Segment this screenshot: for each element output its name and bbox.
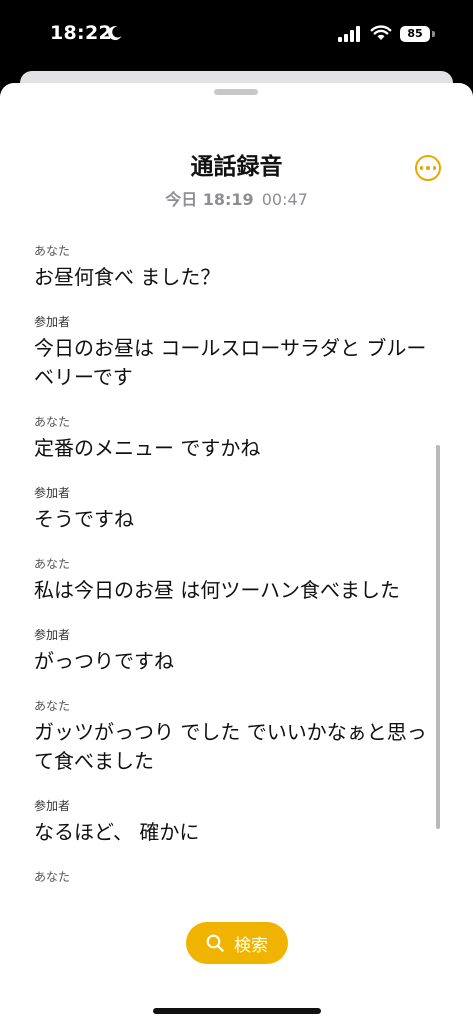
transcript-entry: あなた ガッツがっつり でした でいいかなぁと思って食べました <box>34 698 429 776</box>
transcript-entry: 参加者 がっつりですね <box>34 627 429 676</box>
wifi-icon <box>370 25 392 40</box>
status-bar: 18:22 85 <box>0 0 473 70</box>
transcript-text: 定番のメニュー ですかね <box>34 436 261 460</box>
signal-icon <box>338 26 360 42</box>
search-icon <box>206 934 224 952</box>
recording-sheet: 通話録音 今日 18:19 00:47 あなた お昼何食べ ました？ 参加者 今日… <box>0 83 473 1024</box>
transcript-text: なるほど、 確かに <box>34 820 200 844</box>
speaker-label: 参加者 <box>34 628 71 642</box>
transcript-text: そうですね <box>34 507 134 531</box>
battery-indicator: 85 <box>400 26 430 42</box>
speaker-label: あなた <box>34 699 71 713</box>
battery-tip <box>432 31 435 37</box>
search-label: 検索 <box>234 935 268 956</box>
more-options-button[interactable] <box>415 155 441 181</box>
home-indicator[interactable] <box>153 1008 321 1014</box>
speaker-label: 参加者 <box>34 799 71 813</box>
speaker-label: 参加者 <box>34 315 71 329</box>
speaker-label: あなた <box>34 244 71 258</box>
transcript-text: ガッツがっつり でした でいいかなぁと思って食べました <box>34 720 427 773</box>
transcript-text: 私は今日のお昼 は何ツーハン食べました <box>34 578 400 602</box>
recording-date: 今日 18:19 <box>165 190 254 209</box>
transcript-entry: あなた お昼何食べ ました？ <box>34 243 429 292</box>
speaker-label: あなた <box>34 557 71 571</box>
status-time: 18:22 <box>50 22 112 44</box>
ellipsis-icon <box>419 166 424 170</box>
transcript-text: 今日のお昼は コールスローサラダと ブルーベリーです <box>34 336 427 389</box>
recording-duration: 00:47 <box>261 190 308 209</box>
speaker-label: あなた <box>34 415 71 429</box>
moon-icon <box>108 26 122 41</box>
search-button[interactable]: 検索 <box>186 922 288 964</box>
transcript-entry: 参加者 そうですね <box>34 485 429 534</box>
recording-meta: 今日 18:19 00:47 <box>0 186 473 210</box>
transcript-entry: あなた 私は今日のお昼 は何ツーハン食べました <box>34 556 429 605</box>
scrollbar[interactable] <box>436 445 440 829</box>
page-title: 通話録音 <box>190 154 283 180</box>
transcript-text: がっつりですね <box>34 649 174 673</box>
transcript-entry: 参加者 なるほど、 確かに <box>34 798 429 847</box>
transcript-text: お昼何食べ ました？ <box>34 265 221 289</box>
transcript-list[interactable]: あなた お昼何食べ ました？ 参加者 今日のお昼は コールスローサラダと ブルー… <box>34 243 429 907</box>
transcript-entry: あなた 定番のメニュー ですかね <box>34 414 429 463</box>
transcript-entry: 参加者 今日のお昼は コールスローサラダと ブルーベリーです <box>34 314 429 392</box>
sheet-grabber[interactable] <box>214 89 258 95</box>
speaker-label: 参加者 <box>34 486 71 500</box>
